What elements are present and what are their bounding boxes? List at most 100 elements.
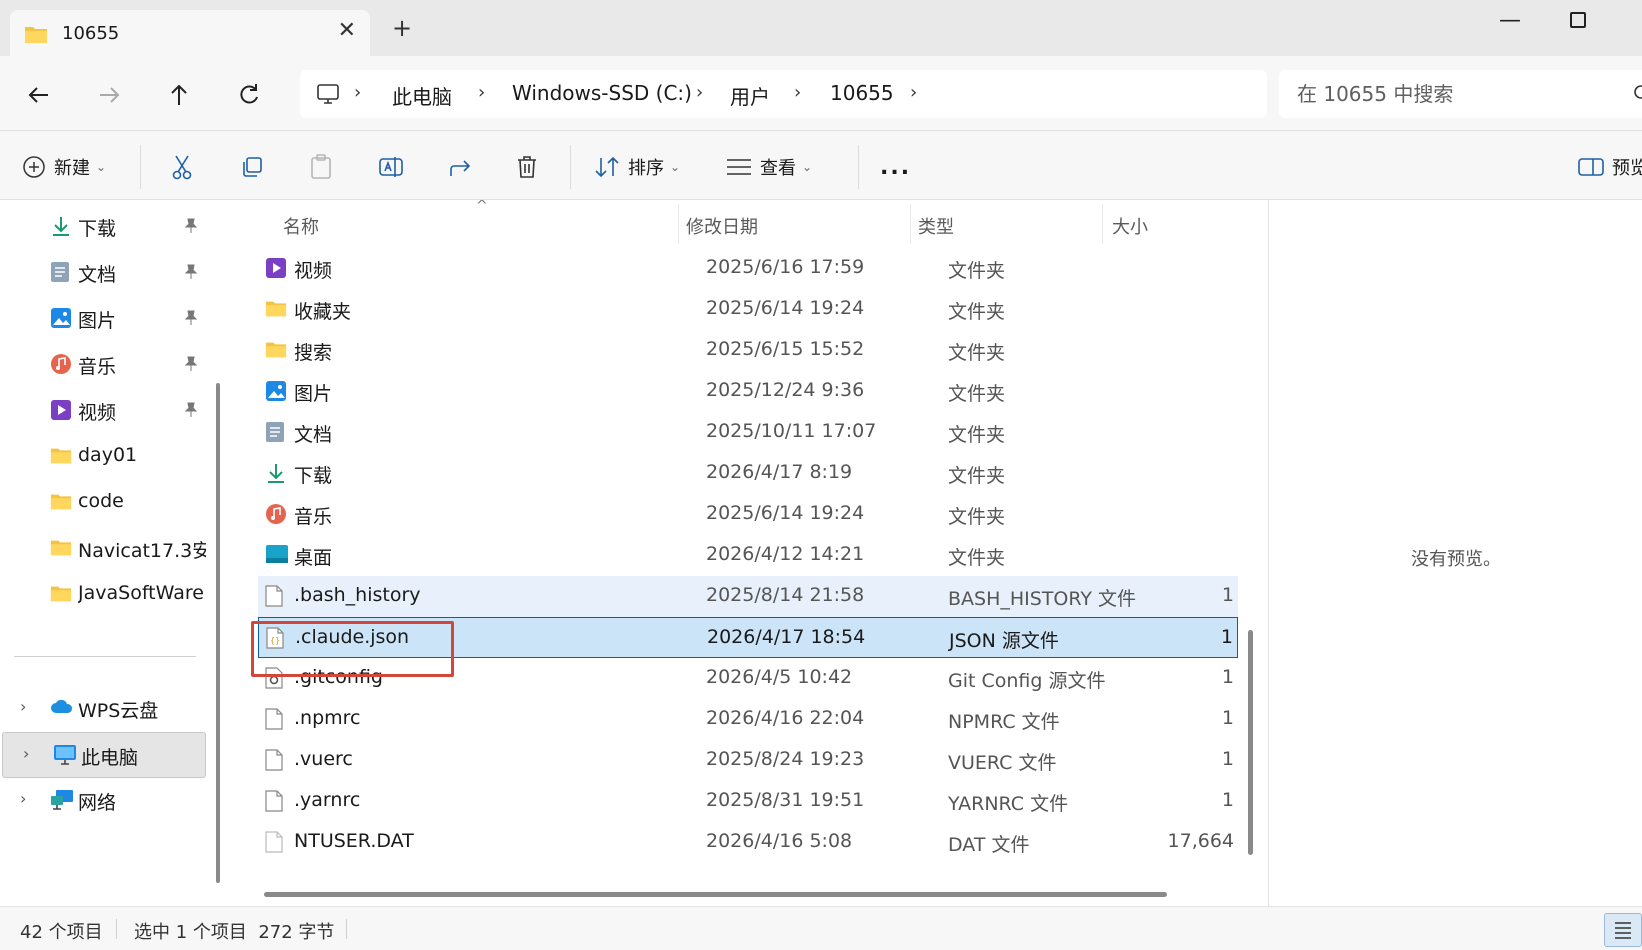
- file-row[interactable]: 收藏夹 2025/6/14 19:24 文件夹: [258, 289, 1238, 330]
- breadcrumb-users[interactable]: 用户: [730, 81, 770, 110]
- divider: [858, 145, 859, 189]
- file-row[interactable]: 下载 2026/4/17 8:19 文件夹: [258, 453, 1238, 494]
- file-icon: [265, 749, 283, 771]
- folder-icon: [50, 494, 72, 510]
- pin-icon[interactable]: [184, 356, 198, 372]
- file-type: DAT 文件: [948, 834, 1030, 856]
- maximize-button[interactable]: [1570, 12, 1586, 28]
- sidebar-item-network[interactable]: › 网络: [0, 778, 206, 822]
- divider: [140, 145, 141, 189]
- sidebar-scrollbar[interactable]: [216, 383, 220, 883]
- details-view-icon: [1615, 922, 1631, 939]
- music-folder-icon: [266, 504, 286, 524]
- file-row[interactable]: .vuerc 2025/8/24 19:23 VUERC 文件 1: [258, 740, 1238, 781]
- sidebar-item-label: Navicat17.3安装: [78, 540, 206, 562]
- file-name: 文档: [294, 424, 333, 446]
- file-list-horizontal-scrollbar[interactable]: [264, 892, 1167, 897]
- sidebar-item-code[interactable]: code: [0, 480, 206, 524]
- folder-icon: [265, 342, 287, 358]
- sidebar-item-pictures[interactable]: 图片: [0, 296, 206, 340]
- file-row[interactable]: 视频 2025/6/16 17:59 文件夹: [258, 248, 1238, 289]
- rename-button[interactable]: [378, 153, 404, 181]
- back-arrow-icon[interactable]: [24, 80, 54, 110]
- cloud-icon: [51, 699, 73, 713]
- file-row[interactable]: .yarnrc 2025/8/31 19:51 YARNRC 文件 1: [258, 781, 1238, 822]
- search-icon[interactable]: [1631, 84, 1642, 104]
- sidebar-item-music[interactable]: 音乐: [0, 342, 206, 386]
- breadcrumb-this-pc[interactable]: 此电脑: [392, 81, 452, 110]
- chevron-right-icon[interactable]: ›: [23, 744, 29, 763]
- sidebar-item-documents[interactable]: 文档: [0, 250, 206, 294]
- column-resize-handle[interactable]: [910, 204, 911, 244]
- sidebar-item-label: 此电脑: [81, 747, 139, 769]
- view-label: 查看: [760, 158, 796, 179]
- forward-arrow-icon[interactable]: [94, 80, 124, 110]
- file-row-selected[interactable]: {} .claude.json 2026/4/17 18:54 JSON 源文件…: [258, 617, 1238, 658]
- new-button[interactable]: 新建 ⌄: [22, 153, 106, 181]
- file-row[interactable]: 搜索 2025/6/15 15:52 文件夹: [258, 330, 1238, 371]
- tab-10655[interactable]: 10655 ✕: [10, 10, 370, 56]
- chevron-right-icon[interactable]: ›: [794, 82, 801, 103]
- paste-button[interactable]: [310, 153, 332, 181]
- column-header-date[interactable]: 修改日期: [686, 213, 758, 239]
- chevron-right-icon[interactable]: ›: [910, 82, 917, 103]
- sidebar-item-javasoftware[interactable]: JavaSoftWare: [0, 572, 206, 616]
- sidebar-item-videos[interactable]: 视频: [0, 388, 206, 432]
- file-type: 文件夹: [948, 424, 1006, 446]
- sidebar-item-downloads[interactable]: 下载: [0, 204, 206, 248]
- cut-button[interactable]: [170, 153, 194, 181]
- file-row[interactable]: .npmrc 2026/4/16 22:04 NPMRC 文件 1: [258, 699, 1238, 740]
- sidebar-item-label: JavaSoftWare: [78, 582, 204, 604]
- navigation-bar: › 此电脑 › Windows-SSD (C:) › 用户 › 10655 ›: [0, 56, 1642, 130]
- pin-icon[interactable]: [184, 218, 198, 234]
- refresh-icon[interactable]: [234, 80, 264, 110]
- file-list-vertical-scrollbar[interactable]: [1248, 630, 1253, 855]
- new-tab-button[interactable]: +: [392, 16, 412, 40]
- sidebar-item-this-pc[interactable]: › 此电脑: [2, 732, 206, 778]
- preview-pane-button[interactable]: 预览: [1578, 153, 1642, 181]
- search-box: [1279, 70, 1642, 118]
- sidebar-item-navicat[interactable]: Navicat17.3安装: [0, 526, 206, 570]
- file-row[interactable]: NTUSER.DAT 2026/4/16 5:08 DAT 文件 17,664: [258, 822, 1238, 863]
- chevron-right-icon[interactable]: ›: [478, 82, 485, 103]
- address-bar[interactable]: › 此电脑 › Windows-SSD (C:) › 用户 › 10655 ›: [300, 70, 1267, 118]
- file-name: .gitconfig: [294, 666, 383, 688]
- sort-button[interactable]: 排序 ⌄: [594, 153, 680, 181]
- sidebar-item-wps-cloud[interactable]: › WPS云盘: [0, 686, 206, 730]
- column-header-name[interactable]: 名称: [283, 213, 319, 239]
- chevron-right-icon[interactable]: ›: [354, 82, 361, 103]
- column-header-type[interactable]: 类型: [918, 213, 954, 239]
- column-resize-handle[interactable]: [678, 204, 679, 244]
- pin-icon[interactable]: [184, 264, 198, 280]
- more-options-button[interactable]: ...: [880, 153, 911, 181]
- chevron-right-icon[interactable]: ›: [20, 789, 26, 808]
- scissors-icon: [172, 155, 192, 180]
- details-view-button[interactable]: [1604, 913, 1642, 947]
- sidebar-item-label: 网络: [78, 792, 117, 814]
- minimize-button[interactable]: —: [1499, 8, 1521, 33]
- column-resize-handle[interactable]: [1102, 204, 1103, 244]
- breadcrumb-user-folder[interactable]: 10655: [830, 81, 894, 105]
- search-input[interactable]: [1297, 78, 1617, 110]
- file-type: 文件夹: [948, 342, 1006, 364]
- column-header-size[interactable]: 大小: [1112, 213, 1148, 239]
- up-arrow-icon[interactable]: [164, 80, 194, 110]
- svg-text:{}: {}: [270, 636, 280, 645]
- file-row[interactable]: .bash_history 2025/8/14 21:58 BASH_HISTO…: [258, 576, 1238, 617]
- chevron-right-icon[interactable]: ›: [20, 697, 26, 716]
- pin-icon[interactable]: [184, 310, 198, 326]
- sidebar-item-day01[interactable]: day01: [0, 434, 206, 478]
- delete-button[interactable]: [516, 153, 538, 181]
- view-button[interactable]: 查看 ⌄: [726, 153, 812, 181]
- file-row[interactable]: 图片 2025/12/24 9:36 文件夹: [258, 371, 1238, 412]
- share-button[interactable]: [448, 153, 472, 181]
- file-row[interactable]: 文档 2025/10/11 17:07 文件夹: [258, 412, 1238, 453]
- file-row[interactable]: .gitconfig 2026/4/5 10:42 Git Config 源文件…: [258, 658, 1238, 699]
- breadcrumb-drive[interactable]: Windows-SSD (C:): [512, 81, 692, 105]
- file-row[interactable]: 音乐 2025/6/14 19:24 文件夹: [258, 494, 1238, 535]
- pin-icon[interactable]: [184, 402, 198, 418]
- file-row[interactable]: 桌面 2026/4/12 14:21 文件夹: [258, 535, 1238, 576]
- copy-button[interactable]: [240, 153, 264, 181]
- chevron-right-icon[interactable]: ›: [696, 82, 703, 103]
- close-tab-icon[interactable]: ✕: [338, 18, 356, 43]
